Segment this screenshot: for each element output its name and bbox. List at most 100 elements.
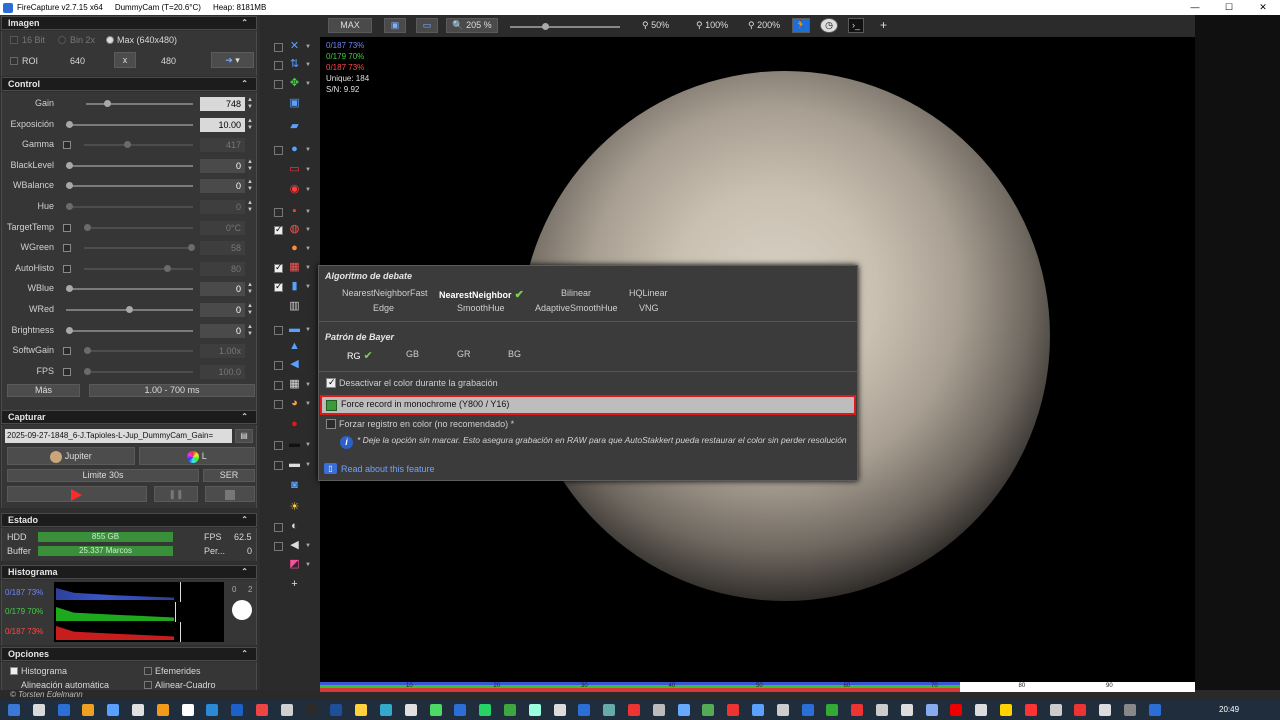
taskbar-app-icon[interactable] <box>900 704 913 716</box>
slider-knob[interactable] <box>66 285 73 293</box>
taskbar-app-icon[interactable] <box>305 704 318 716</box>
slider-knob[interactable] <box>188 244 195 252</box>
algo-hqlinear[interactable]: HQLinear <box>629 288 668 298</box>
taskbar-app-icon[interactable] <box>479 704 492 716</box>
taskbar-app-icon[interactable] <box>404 704 417 716</box>
rotate-icon[interactable]: ◀ <box>288 358 301 371</box>
align-icon[interactable]: ▲ <box>288 340 301 353</box>
bayer-rg[interactable]: RG <box>347 349 373 362</box>
tool-checkbox[interactable] <box>274 146 283 155</box>
slider-knob[interactable] <box>126 306 133 313</box>
control-slider[interactable] <box>86 100 193 107</box>
dropdown-arrow-icon[interactable]: ▼ <box>305 382 311 388</box>
taskbar-app-icon[interactable] <box>231 704 244 716</box>
tool-checkbox[interactable] <box>274 326 283 335</box>
console-button[interactable]: ›_ <box>848 18 864 33</box>
dropdown-arrow-icon[interactable]: ▼ <box>305 284 311 290</box>
taskbar-app-icon[interactable] <box>1074 704 1087 716</box>
auto-checkbox[interactable] <box>63 244 71 253</box>
roi-height[interactable]: 480 <box>161 56 176 66</box>
dropdown-arrow-icon[interactable]: ▼ <box>305 227 311 233</box>
histogram-icon[interactable]: ▮ <box>288 280 301 293</box>
taskbar-app-icon[interactable] <box>32 704 45 716</box>
taskbar-app-icon[interactable] <box>107 704 120 716</box>
speaker-icon[interactable]: ◀ <box>288 539 301 552</box>
alinear-checkbox[interactable] <box>144 681 152 689</box>
taskbar-app-icon[interactable] <box>132 704 144 716</box>
taskbar-app-icon[interactable] <box>677 704 690 716</box>
folder-icon[interactable]: ▰ <box>288 120 301 133</box>
capturar-header[interactable]: Capturar ⌃ <box>1 410 257 424</box>
slider-knob[interactable] <box>84 367 91 375</box>
tool-checkbox[interactable] <box>274 361 283 370</box>
bayer-gr[interactable]: GR <box>457 349 471 359</box>
taskbar-app-icon[interactable] <box>57 704 70 716</box>
tool-checkbox[interactable] <box>274 441 283 450</box>
control-header[interactable]: Control ⌃ <box>1 77 257 91</box>
zoom-50-button[interactable]: ⚲ 50% <box>642 20 669 31</box>
collapse-icon[interactable]: ⌃ <box>241 648 248 660</box>
sun-icon[interactable]: ☀ <box>288 501 301 514</box>
spinner-arrows[interactable]: ▲ ▼ <box>246 303 254 317</box>
control-value[interactable]: 417 <box>200 138 245 153</box>
algo-bilinear[interactable]: Bilinear <box>561 288 591 298</box>
tool-checkbox[interactable] <box>274 400 283 409</box>
tool-checkbox[interactable] <box>274 262 283 273</box>
folder-icon[interactable]: ▤ <box>235 429 253 443</box>
overlay-icon[interactable]: ◩ <box>288 558 301 571</box>
auto-checkbox[interactable] <box>63 264 71 273</box>
slider-knob[interactable] <box>66 182 73 190</box>
zoom-slider-knob[interactable] <box>542 23 549 30</box>
slider-knob[interactable] <box>164 264 171 272</box>
dropdown-arrow-icon[interactable]: ▼ <box>305 44 311 50</box>
tool-checkbox[interactable] <box>274 43 283 52</box>
tool-checkbox[interactable] <box>274 523 283 532</box>
hot-pixel-icon[interactable]: ◍ <box>288 223 301 236</box>
tool-checkbox[interactable] <box>274 381 283 390</box>
slider-knob[interactable] <box>84 347 91 355</box>
fullscreen-button[interactable]: ▭ <box>416 18 438 33</box>
spinner-arrows[interactable]: ▲ ▼ <box>246 159 254 173</box>
taskbar-app-icon[interactable] <box>925 704 938 716</box>
control-slider[interactable] <box>66 306 193 313</box>
control-slider[interactable] <box>84 141 193 149</box>
taskbar-app-icon[interactable] <box>876 704 888 716</box>
taskbar-app-icon[interactable] <box>330 704 343 716</box>
control-slider[interactable] <box>66 182 193 190</box>
spinner-arrows[interactable]: ▲ ▼ <box>246 118 254 132</box>
camera-icon[interactable]: ◙ <box>288 479 301 492</box>
roi-checkbox[interactable] <box>10 57 18 65</box>
control-slider[interactable] <box>66 285 193 293</box>
planet-icon[interactable]: ● <box>288 242 301 255</box>
taskbar-app-icon[interactable] <box>280 704 293 716</box>
efemerides-checkbox[interactable] <box>144 667 152 675</box>
max-button[interactable]: MAX <box>328 18 372 33</box>
maximize-button[interactable]: ☐ <box>1212 0 1246 15</box>
control-slider[interactable] <box>66 161 193 169</box>
taskbar-app-icon[interactable] <box>528 704 541 716</box>
dropdown-arrow-icon[interactable]: ▼ <box>305 442 311 448</box>
collapse-icon[interactable]: ⌃ <box>241 17 248 29</box>
add-button[interactable]: + <box>880 18 887 32</box>
taskbar-app-icon[interactable] <box>1148 704 1161 716</box>
control-value[interactable]: 100.0 <box>200 364 245 379</box>
control-value[interactable]: 1.00x <box>200 344 245 359</box>
trash-icon[interactable]: ▥ <box>288 300 301 313</box>
taskbar-app-icon[interactable] <box>702 704 715 716</box>
read-more-link[interactable]: Read about this feature <box>341 464 435 474</box>
dropdown-arrow-icon[interactable]: ▼ <box>305 327 311 333</box>
control-slider[interactable] <box>66 326 193 334</box>
taskbar-app-icon[interactable] <box>355 704 368 716</box>
record-dot-icon[interactable]: ◉ <box>288 183 301 196</box>
taskbar-app-icon[interactable] <box>454 704 467 716</box>
bar-icon[interactable]: ▬ <box>288 438 301 451</box>
move-icon[interactable]: ✥ <box>288 77 301 90</box>
taskbar-app-icon[interactable] <box>975 704 988 716</box>
dropdown-arrow-icon[interactable]: ▼ <box>305 462 311 468</box>
disable-color-checkbox[interactable] <box>326 377 336 388</box>
crosshair-icon[interactable]: ✕ <box>288 40 301 53</box>
dropdown-arrow-icon[interactable]: ▼ <box>305 401 311 407</box>
algo-adaptivesmoothhue[interactable]: AdaptiveSmoothHue <box>535 303 618 313</box>
filename-field[interactable]: 2025-09-27-1848_6-J.Tapioles-L-Jup_Dummy… <box>5 429 232 443</box>
histograma-checkbox[interactable] <box>10 667 18 675</box>
